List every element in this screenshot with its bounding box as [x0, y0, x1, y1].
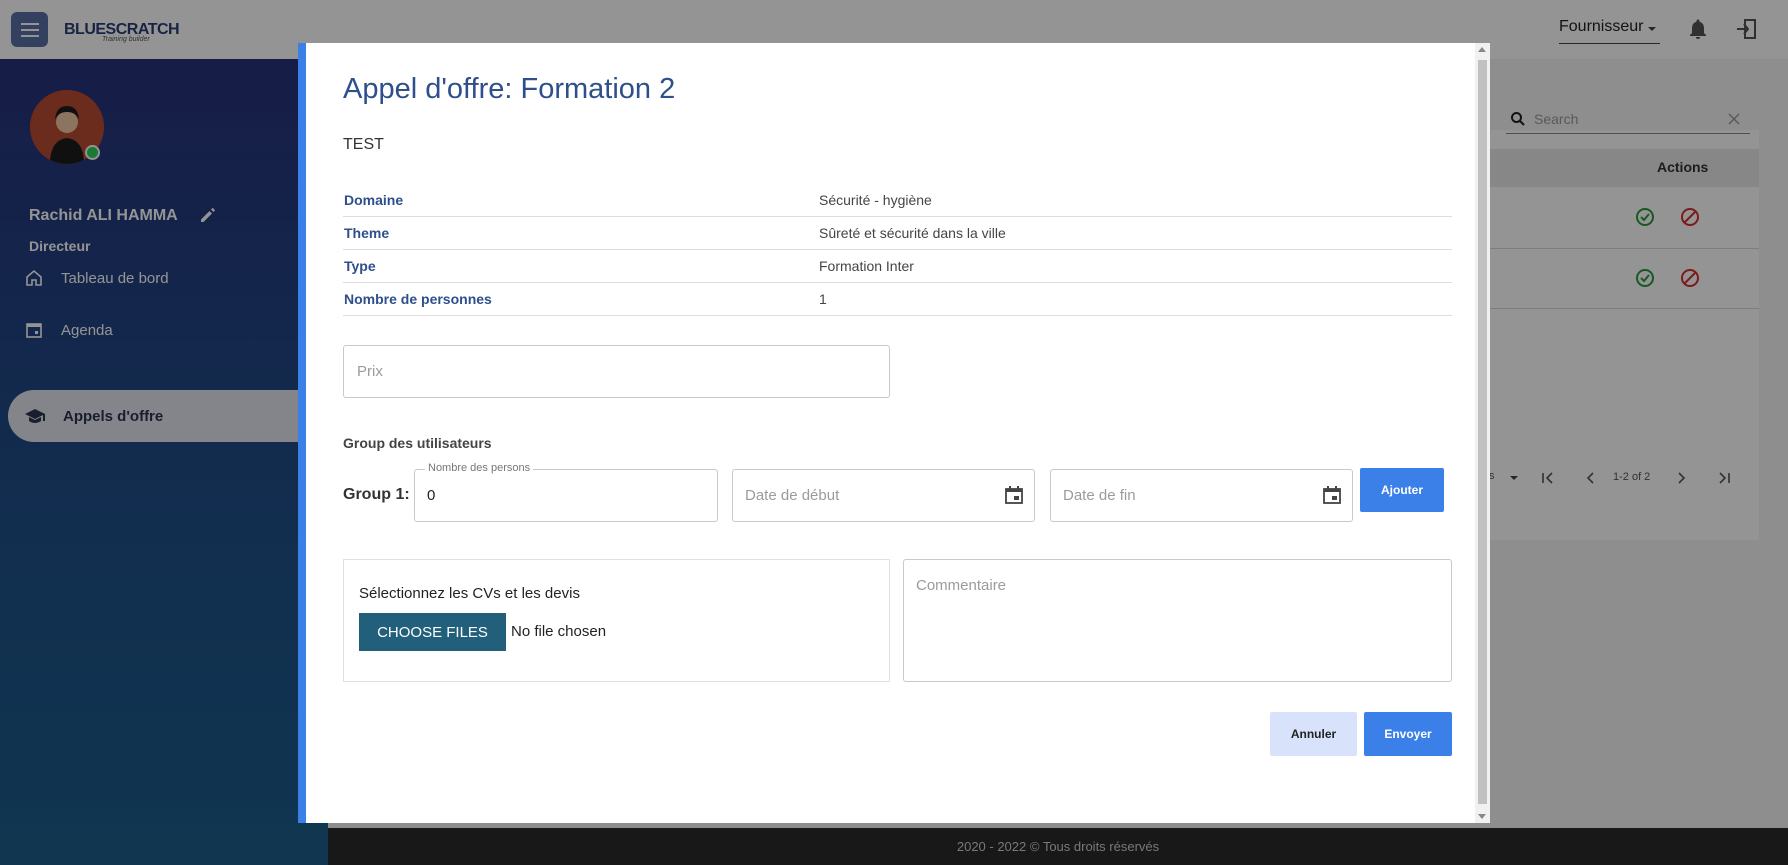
end-date-input[interactable]: Date de fin — [1050, 469, 1353, 522]
comment-placeholder: Commentaire — [916, 577, 1007, 594]
scroll-down-arrow[interactable] — [1478, 814, 1486, 819]
info-value: Sécurité - hygiène — [819, 192, 932, 208]
info-key: Domaine — [344, 192, 404, 208]
persons-count-label: Nombre des persons — [425, 462, 534, 474]
calendar-icon[interactable] — [1004, 485, 1024, 505]
start-date-placeholder: Date de début — [745, 487, 840, 504]
send-button[interactable]: Envoyer — [1364, 712, 1452, 756]
file-upload-box: Sélectionnez les CVs et les devis CHOOSE… — [343, 559, 890, 682]
file-status: No file chosen — [511, 623, 607, 640]
group-section-title: Group des utilisateurs — [343, 435, 492, 451]
file-upload-label: Sélectionnez les CVs et les devis — [359, 585, 580, 602]
dialog-title: Appel d'offre: Formation 2 — [343, 73, 676, 105]
info-row-type: Type Formation Inter — [343, 250, 1452, 283]
group-label: Group 1: — [343, 486, 410, 503]
info-key: Type — [344, 258, 376, 274]
add-group-button[interactable]: Ajouter — [1360, 468, 1444, 512]
info-value: Formation Inter — [819, 258, 914, 274]
info-key: Theme — [344, 225, 390, 241]
info-key: Nombre de personnes — [344, 291, 492, 307]
prix-input[interactable]: Prix — [343, 345, 890, 398]
info-row-domaine: Domaine Sécurité - hygiène — [343, 184, 1452, 217]
offer-info-table: Domaine Sécurité - hygiène Theme Sûreté … — [343, 184, 1452, 316]
info-value: Sûreté et sécurité dans la ville — [819, 225, 1006, 241]
prix-placeholder: Prix — [357, 363, 383, 380]
calendar-icon[interactable] — [1322, 485, 1342, 505]
info-row-nombre-de-personnes: Nombre de personnes 1 — [343, 283, 1452, 316]
info-row-theme: Theme Sûreté et sécurité dans la ville — [343, 217, 1452, 250]
dialog-scrollbar[interactable] — [1475, 43, 1490, 823]
dialog-description: TEST — [343, 136, 384, 153]
start-date-input[interactable]: Date de début — [732, 469, 1035, 522]
choose-files-button[interactable]: CHOOSE FILES — [359, 613, 506, 651]
info-value: 1 — [819, 291, 827, 307]
persons-count-input[interactable]: Nombre des persons 0 — [414, 462, 718, 522]
scroll-up-arrow[interactable] — [1478, 47, 1486, 52]
offer-dialog: Appel d'offre: Formation 2 TEST Domaine … — [298, 43, 1490, 823]
scroll-thumb[interactable] — [1478, 60, 1487, 804]
comment-textarea[interactable]: Commentaire — [903, 559, 1452, 682]
end-date-placeholder: Date de fin — [1063, 487, 1136, 504]
persons-count-value: 0 — [427, 487, 436, 504]
cancel-button[interactable]: Annuler — [1270, 712, 1357, 756]
